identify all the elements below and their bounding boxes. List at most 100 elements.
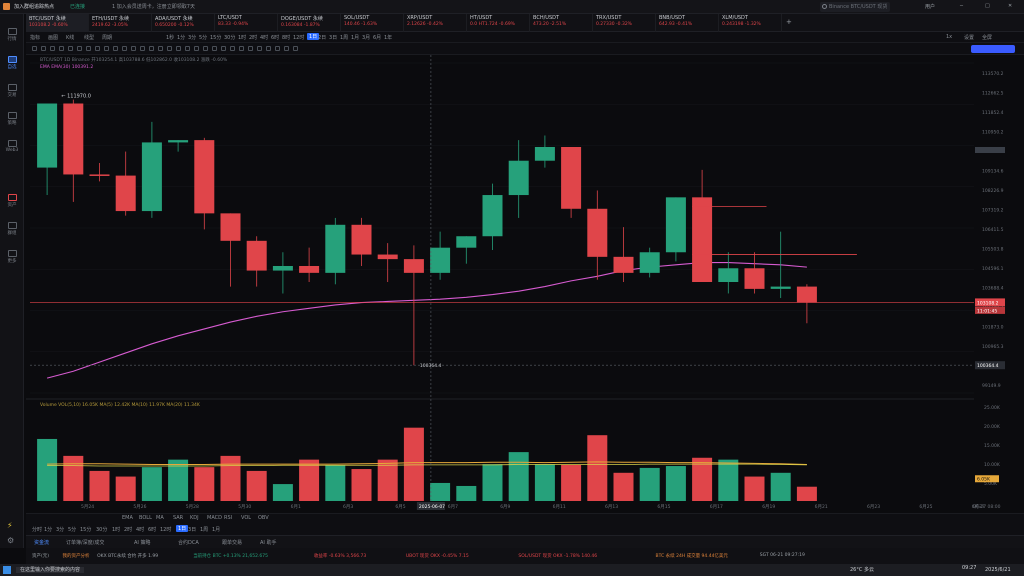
draw-tool-icon[interactable]: [32, 46, 37, 51]
draw-tool-icon[interactable]: [140, 46, 145, 51]
timeframe-6月[interactable]: 6月: [373, 34, 381, 41]
draw-tool-icon[interactable]: [230, 46, 235, 51]
indicator-BOLL[interactable]: BOLL: [139, 515, 152, 521]
draw-tool-icon[interactable]: [275, 46, 280, 51]
ticker-tab[interactable]: TRX/USDT 0.27330 -0.32%: [593, 14, 656, 32]
draw-tool-icon[interactable]: [284, 46, 289, 51]
lightning-icon[interactable]: ⚡: [7, 521, 13, 530]
draw-tool-icon[interactable]: [167, 46, 172, 51]
draw-tool-icon[interactable]: [77, 46, 82, 51]
draw-tool-icon[interactable]: [50, 46, 55, 51]
chart-area[interactable]: ← 111970.0 100364.4 113570.2 112662.5 11185…: [26, 55, 1024, 513]
timeframe-4时[interactable]: 4时: [260, 34, 268, 41]
timeframe-1时[interactable]: 1时: [238, 34, 246, 41]
ticker-tab[interactable]: ADA/USDT 永续 0.650200 -0.12%: [152, 14, 215, 32]
bottom-tab[interactable]: AI 策略: [134, 539, 151, 546]
bottom-tf-2时[interactable]: 2时: [124, 526, 132, 533]
bottom-tf-1月[interactable]: 1月: [212, 526, 220, 533]
timeframe-1周[interactable]: 1周: [340, 34, 348, 41]
bottom-tf-3分[interactable]: 3分: [56, 526, 64, 533]
ticker-tab[interactable]: HT/USDT 0.0 HT1.724 -0.69%: [467, 14, 530, 32]
draw-tool-icon[interactable]: [104, 46, 109, 51]
sidebar-item-assets[interactable]: 资产: [0, 194, 24, 208]
draw-tool-icon[interactable]: [113, 46, 118, 51]
toolbar-线型[interactable]: 线型: [84, 34, 94, 41]
ticker-tab[interactable]: DOGE/USDT 永续 0.163084 -1.87%: [278, 14, 341, 32]
timeframe-30分[interactable]: 30分: [224, 34, 235, 41]
timeframe-3日[interactable]: 3日: [329, 34, 337, 41]
maximize-icon[interactable]: □: [985, 3, 990, 9]
search-box[interactable]: Binance BTC/USDT 现货: [820, 2, 890, 12]
timeframe-1年[interactable]: 1年: [384, 34, 392, 41]
draw-tool-icon[interactable]: [266, 46, 271, 51]
sidebar-item-web3[interactable]: Web3: [0, 140, 24, 153]
timeframe-2时[interactable]: 2时: [249, 34, 257, 41]
bottom-tab[interactable]: 订单簿/深度/成交: [66, 539, 104, 546]
draw-tool-icon[interactable]: [149, 46, 154, 51]
toolbar-画图[interactable]: 画图: [48, 34, 58, 41]
add-tab-icon[interactable]: +: [786, 19, 792, 26]
price-chart[interactable]: ← 111970.0 100364.4 113570.2 112662.5 11185…: [26, 55, 1024, 513]
sidebar-item-watchlist[interactable]: 自选: [0, 56, 24, 70]
draw-tool-icon[interactable]: [239, 46, 244, 51]
toolbar-K线[interactable]: K线: [66, 34, 74, 41]
sidebar-item-home[interactable]: 行情: [0, 28, 24, 42]
timeframe-8时[interactable]: 8时: [282, 34, 290, 41]
timeframe-5分[interactable]: 5分: [199, 34, 207, 41]
bottom-tf-30分[interactable]: 30分: [96, 526, 107, 533]
sidebar-item-groups[interactable]: 群组: [0, 222, 24, 236]
timeframe-12时[interactable]: 12时: [293, 34, 304, 41]
draw-tool-icon[interactable]: [185, 46, 190, 51]
sidebar-item-trade[interactable]: 交易: [0, 84, 24, 98]
draw-tool-icon[interactable]: [203, 46, 208, 51]
sidebar-item-strategy[interactable]: 策略: [0, 112, 24, 126]
draw-tool-icon[interactable]: [95, 46, 100, 51]
bottom-tf-1日[interactable]: 1日: [176, 525, 189, 532]
indicator-VOL[interactable]: VOL: [241, 515, 251, 521]
bottom-tab[interactable]: 资金流: [34, 539, 49, 546]
ticker-tab[interactable]: XRP/USDT 2.12626 -0.42%: [404, 14, 467, 32]
timeframe-1分[interactable]: 1分: [177, 34, 185, 41]
user-menu[interactable]: 用户: [925, 4, 935, 10]
indicator-RSI[interactable]: RSI: [224, 515, 232, 521]
draw-tool-icon[interactable]: [158, 46, 163, 51]
timeframe-1秒[interactable]: 1秒: [166, 34, 174, 41]
timeframe-6时[interactable]: 6时: [271, 34, 279, 41]
bottom-tf-6时[interactable]: 6时: [148, 526, 156, 533]
draw-tool-icon[interactable]: [212, 46, 217, 51]
windows-start-icon[interactable]: [3, 566, 11, 574]
bottom-tf-分时[interactable]: 分时: [32, 526, 42, 533]
bottom-tab[interactable]: 跟单交易: [222, 539, 242, 546]
bottom-tf-5分[interactable]: 5分: [68, 526, 76, 533]
bottom-tf-15分[interactable]: 15分: [80, 526, 91, 533]
toolbar-周期[interactable]: 周期: [102, 34, 112, 41]
timeframe-3分[interactable]: 3分: [188, 34, 196, 41]
draw-tool-icon[interactable]: [86, 46, 91, 51]
timeframe-2日[interactable]: 2日: [318, 34, 326, 41]
taskbar-search[interactable]: 在这里输入你要搜索的内容: [16, 567, 85, 573]
toolbar-right-设置[interactable]: 设置: [964, 34, 974, 41]
draw-tool-icon[interactable]: [176, 46, 181, 51]
draw-tool-icon[interactable]: [41, 46, 46, 51]
draw-tool-icon[interactable]: [59, 46, 64, 51]
ticker-tab[interactable]: BNB/USDT 642.93 -0.41%: [656, 14, 719, 32]
bottom-tab[interactable]: AI 助手: [260, 539, 277, 546]
draw-tool-icon[interactable]: [194, 46, 199, 51]
draw-tool-icon[interactable]: [131, 46, 136, 51]
ticker-tab[interactable]: BCH/USDT 473.20 -2.51%: [530, 14, 593, 32]
bottom-tf-1时[interactable]: 1时: [112, 526, 120, 533]
settings-icon[interactable]: ⚙: [7, 536, 14, 545]
ticker-tab[interactable]: XLM/USDT 0.243198 -1.32%: [719, 14, 782, 32]
bottom-tf-12时[interactable]: 12时: [160, 526, 171, 533]
draw-tool-icon[interactable]: [257, 46, 262, 51]
draw-tool-icon[interactable]: [293, 46, 298, 51]
bottom-tf-1分[interactable]: 1分: [44, 526, 52, 533]
indicator-EMA[interactable]: EMA: [122, 515, 133, 521]
ticker-tab[interactable]: BTC/USDT 永续 103108.2 -0.60%: [26, 14, 89, 32]
indicator-KDJ[interactable]: KDJ: [190, 515, 199, 521]
timeframe-1月[interactable]: 1月: [351, 34, 359, 41]
indicator-OBV[interactable]: OBV: [258, 515, 269, 521]
minimize-icon[interactable]: ─: [960, 3, 963, 9]
account-badge[interactable]: [971, 45, 1015, 53]
toolbar-right-1x[interactable]: 1x: [946, 34, 952, 40]
